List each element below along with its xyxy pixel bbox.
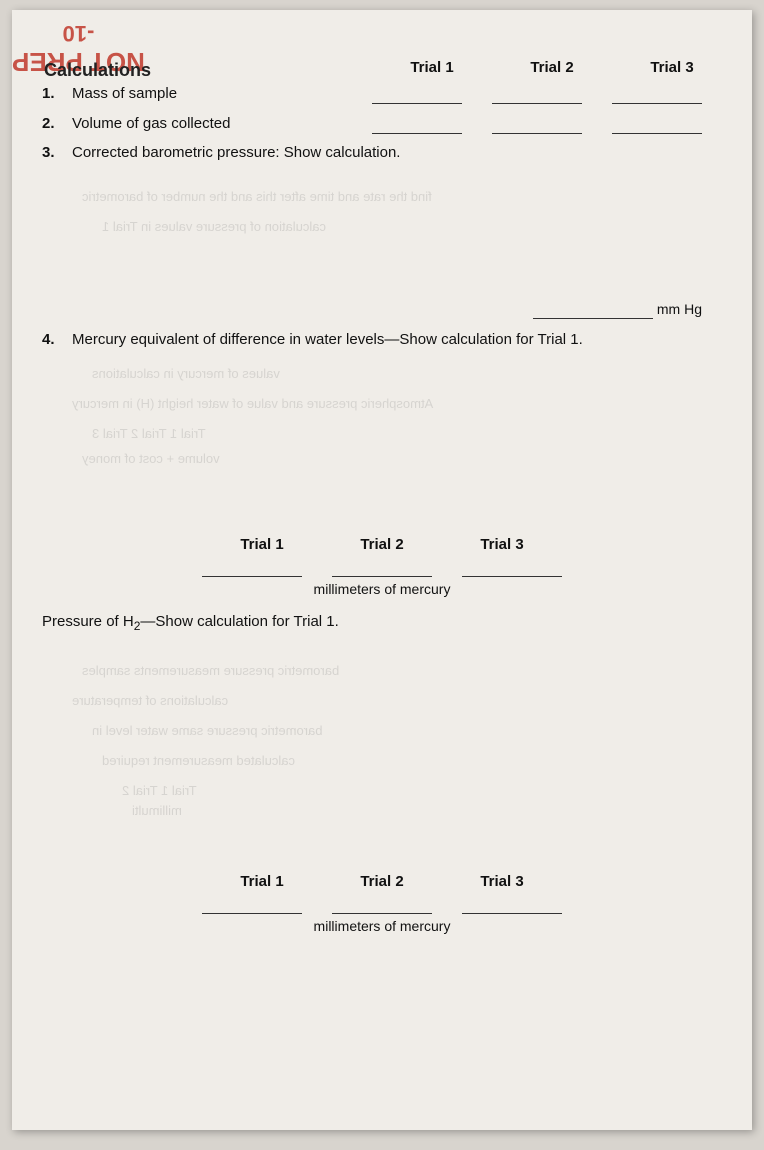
ghost-12: millimulti (132, 803, 182, 818)
mid-trial-2: Trial 2 (352, 536, 412, 553)
mid-section: Trial 1 Trial 2 Trial 3 millimeters of m… (42, 536, 722, 597)
ghost-6: volume + cost of money (82, 451, 220, 466)
trial-3-header: Trial 3 (642, 59, 702, 76)
ghost-4: Atmospheric pressure and value of water … (72, 396, 433, 411)
mid-answer-lines (42, 557, 722, 577)
q4-text: Mercury equivalent of difference in wate… (72, 331, 583, 348)
q1-trial1-line[interactable] (372, 84, 462, 104)
ghost-7: barometric pressure measurements samples (82, 663, 339, 678)
q1-answer-lines (372, 84, 722, 104)
pressure-h2-calc-area[interactable]: barometric pressure measurements samples… (42, 633, 722, 853)
mid-trial-1: Trial 1 (232, 536, 292, 553)
question-4-row: 4. Mercury equivalent of difference in w… (42, 331, 722, 350)
bottom-answer-lines (42, 894, 722, 914)
q1-trial2-line[interactable] (492, 84, 582, 104)
q3-number: 3. (42, 144, 66, 163)
q3-mmhg-label: mm Hg (657, 301, 702, 319)
ghost-5: Trial 1 Trial 2 Trial 3 (92, 426, 206, 441)
q3-mmhg-row: mm Hg (42, 299, 722, 319)
ghost-9: barometric pressure same water level in (92, 723, 322, 738)
q2-trial3-line[interactable] (612, 114, 702, 134)
q2-answer-lines (372, 114, 722, 134)
bottom-trial-1: Trial 1 (232, 873, 292, 890)
ghost-2: calculation of pressure values in Trial … (102, 219, 326, 234)
pressure-h2-text: Pressure of H2—Show calculation for Tria… (42, 613, 339, 630)
mid-trial1-line[interactable] (202, 557, 302, 577)
page-title: Calculations (44, 60, 151, 80)
ghost-1: find the rate and time after this and th… (82, 189, 432, 204)
bottom-trial-3: Trial 3 (472, 873, 532, 890)
bottom-section: Trial 1 Trial 2 Trial 3 millimeters of m… (42, 873, 722, 934)
mid-trial3-line[interactable] (462, 557, 562, 577)
q2-trial1-line[interactable] (372, 114, 462, 134)
q4-calc-area[interactable]: values of mercury in calculations Atmosp… (42, 356, 722, 476)
q4-number: 4. (42, 331, 66, 350)
q1-trial3-line[interactable] (612, 84, 702, 104)
question-2-row: 2. Volume of gas collected (42, 114, 722, 134)
trial-2-header: Trial 2 (522, 59, 582, 76)
ghost-8: calculations of temperature (72, 693, 228, 708)
pressure-h2-row: Pressure of H2—Show calculation for Tria… (42, 613, 722, 633)
bottom-trial2-line[interactable] (332, 894, 432, 914)
trial-1-header: Trial 1 (402, 59, 462, 76)
mid-unit-label: millimeters of mercury (42, 581, 722, 597)
bottom-trial-2: Trial 2 (352, 873, 412, 890)
q2-trial2-line[interactable] (492, 114, 582, 134)
ghost-10: calculated measurement required (102, 753, 295, 768)
q3-text: Corrected barometric pressure: Show calc… (72, 144, 400, 161)
q2-text: Volume of gas collected (72, 115, 372, 134)
mid-trial-headers: Trial 1 Trial 2 Trial 3 (42, 536, 722, 553)
q3-mmhg-line[interactable] (533, 299, 653, 319)
ghost-11: Trial 1 Trial 2 (122, 783, 197, 798)
q1-number: 1. (42, 85, 66, 104)
q3-calc-area[interactable]: find the rate and time after this and th… (42, 169, 722, 289)
q1-text: Mass of sample (72, 85, 372, 104)
q2-number: 2. (42, 115, 66, 134)
question-3-row: 3. Corrected barometric pressure: Show c… (42, 144, 722, 163)
bottom-trial3-line[interactable] (462, 894, 562, 914)
bottom-unit-label: millimeters of mercury (42, 918, 722, 934)
ghost-3: values of mercury in calculations (92, 366, 280, 381)
mid-trial2-line[interactable] (332, 557, 432, 577)
question-1-row: 1. Mass of sample (42, 84, 722, 104)
bottom-trial1-line[interactable] (202, 894, 302, 914)
bottom-trial-headers: Trial 1 Trial 2 Trial 3 (42, 873, 722, 890)
mid-trial-3: Trial 3 (472, 536, 532, 553)
